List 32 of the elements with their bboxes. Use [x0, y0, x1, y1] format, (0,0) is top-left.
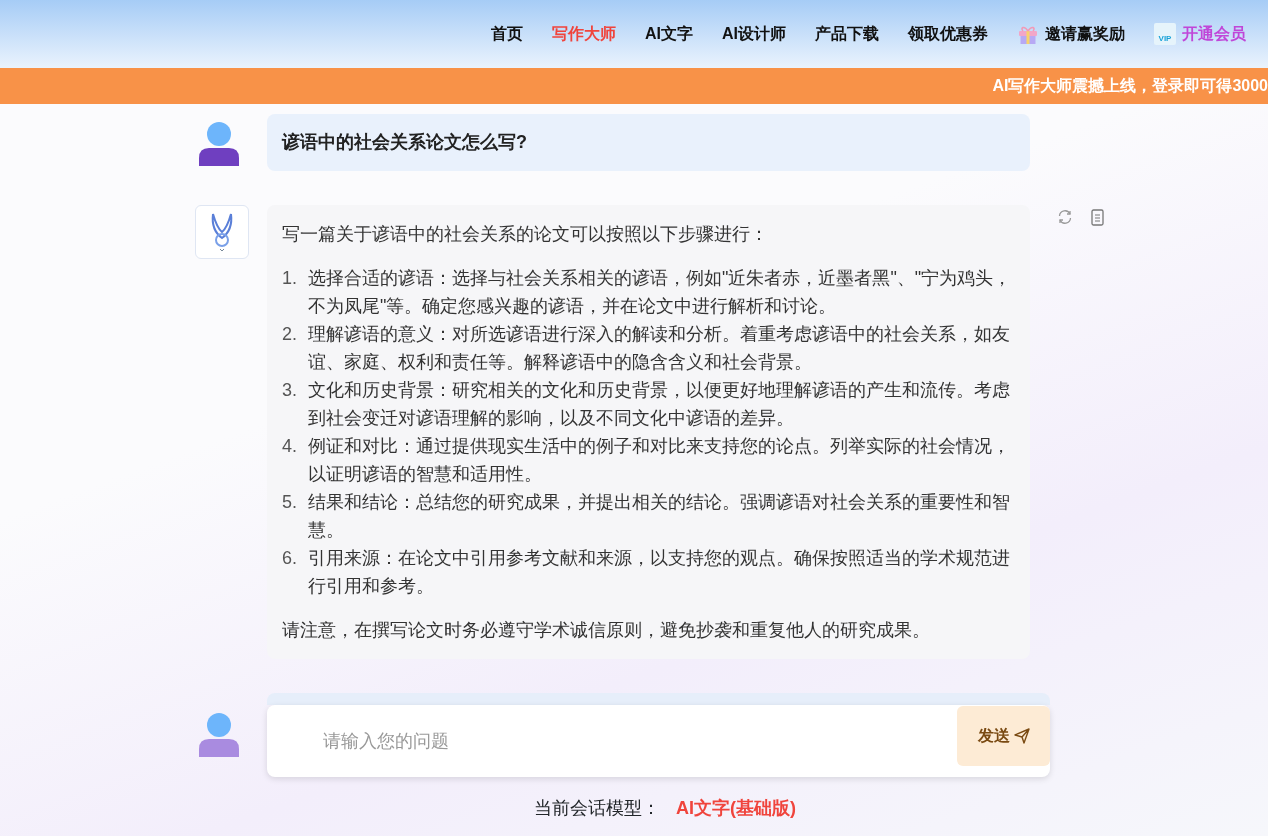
step-text: 引用来源：在论文中引用参考文献和来源，以支持您的观点。确保按照适当的学术规范进行引用和参考。	[308, 547, 1011, 598]
answer-intro: 写一篇关于谚语中的社会关系的论文可以按照以下步骤进行：	[282, 223, 769, 246]
step-number: 6.	[282, 547, 298, 570]
user-avatar-icon	[199, 122, 239, 166]
send-button[interactable]: 发送	[957, 706, 1050, 766]
step-text: 理解谚语的意义：对所选谚语进行深入的解读和分析。着重考虑谚语中的社会关系，如友谊、家庭、权利和责任等。解释谚语中的隐含含义和社会背景。	[308, 323, 1011, 374]
answer-note: 请注意，在撰写论文时务必遵守学术诚信原则，避免抄袭和重复他人的研究成果。	[282, 619, 931, 642]
refresh-icon[interactable]	[1057, 209, 1073, 225]
step-text: 选择合适的谚语：选择与社会关系相关的谚语，例如"近朱者赤，近墨者黑"、"宁为鸡头，不为凤尾"等。确定您感兴趣的谚语，并在论文中进行解析和讨论。	[308, 267, 1013, 318]
model-label: 当前会话模型：	[534, 797, 660, 820]
nav-link[interactable]: 邀请赢奖励	[1017, 22, 1125, 46]
nav-link[interactable]: 首页	[491, 22, 523, 46]
nav-link[interactable]: AI设计师	[722, 22, 786, 46]
copy-icon[interactable]	[1089, 209, 1105, 227]
step-number: 1.	[282, 267, 298, 290]
step-text: 例证和对比：通过提供现实生活中的例子和对比来支持您的论点。列举实际的社会情况，以证明谚语的智慧和适用性。	[308, 435, 1011, 486]
nav-link[interactable]: AI文字	[645, 22, 693, 46]
nav-link[interactable]: 领取优惠券	[908, 22, 988, 46]
model-name: AI文字(基础版)	[676, 797, 796, 820]
step-number: 2.	[282, 323, 298, 346]
step-number: 4.	[282, 435, 298, 458]
step-text: 文化和历史背景：研究相关的文化和历史背景，以便更好地理解谚语的产生和流传。考虑到社会变迁对谚语理解的影响，以及不同文化中谚语的差异。	[308, 379, 1011, 430]
send-icon	[1013, 728, 1030, 744]
question-bubble: 谚语中的社会关系论文怎么写?	[267, 114, 1030, 171]
step-number: 5.	[282, 491, 298, 514]
announcement-text: AI写作大师震撼上线，登录即可得3000	[992, 76, 1268, 96]
user-avatar-icon	[199, 713, 239, 757]
vip-badge-icon: VIP	[1154, 23, 1176, 45]
step-number: 3.	[282, 379, 298, 402]
question-input[interactable]: 请输入您的问题 发送	[267, 705, 1050, 777]
step-text: 结果和结论：总结您的研究成果，并提出相关的结论。强调谚语对社会关系的重要性和智慧。	[308, 491, 1011, 542]
nav-link[interactable]: 产品下载	[815, 22, 879, 46]
